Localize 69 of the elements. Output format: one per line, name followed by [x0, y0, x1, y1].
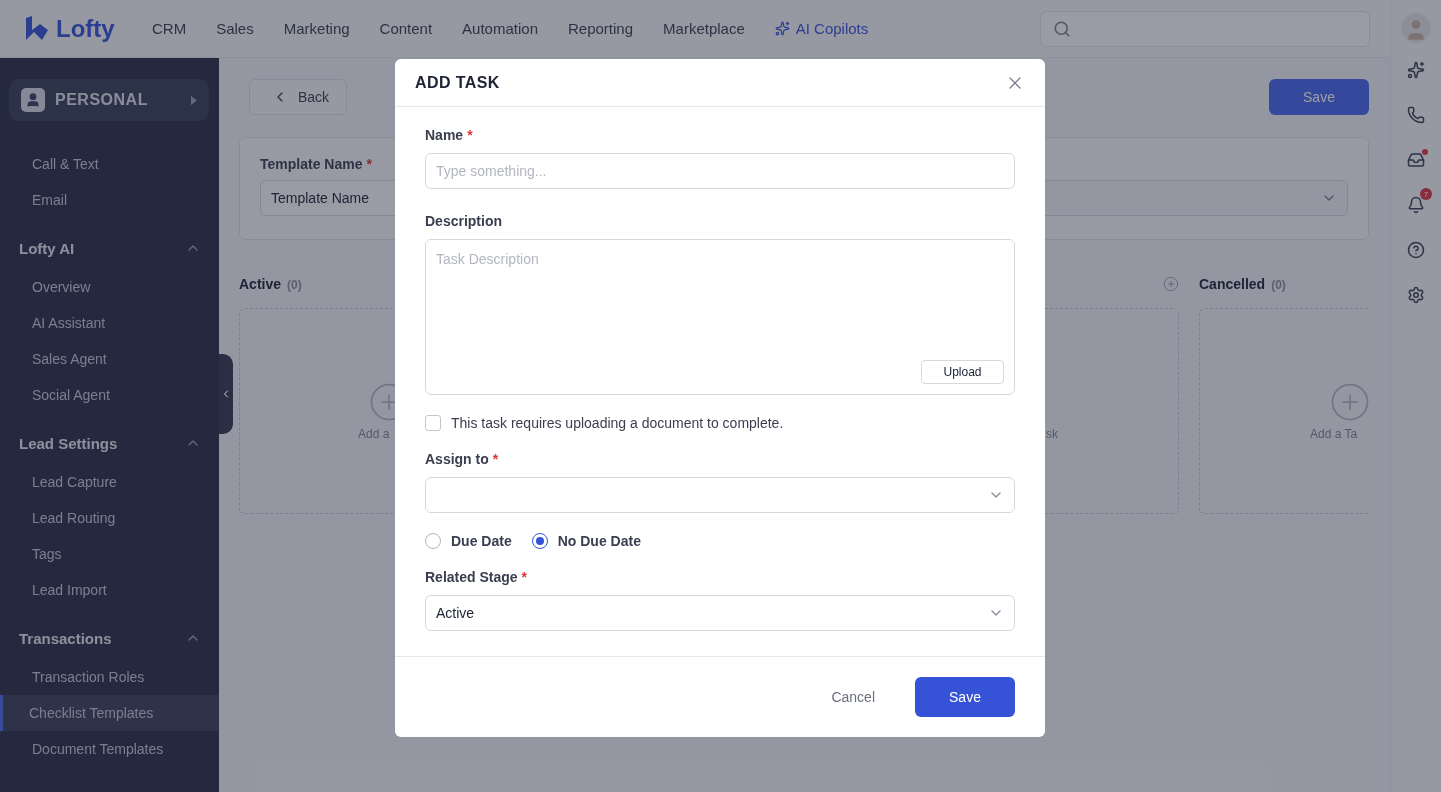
nav-link[interactable]: Marketing	[283, 20, 350, 37]
field-label: Assign to *	[425, 451, 500, 468]
sidebar-item[interactable]: Call & Text	[0, 146, 219, 182]
upload-button[interactable]: Upload	[921, 360, 1004, 384]
cancel-button[interactable]: Cancel	[821, 689, 885, 705]
column-title: Active (0)	[239, 276, 302, 293]
group-title: Transactions	[19, 629, 112, 647]
notification-badge: 7	[1420, 188, 1432, 200]
bell-icon[interactable]	[1407, 196, 1425, 214]
name-field[interactable]: Type something...	[425, 153, 1015, 189]
sidebar-group-header[interactable]: Transactions	[0, 620, 219, 656]
back-button[interactable]: Back	[249, 79, 347, 115]
caret-icon	[191, 95, 197, 105]
dialog-title: ADD TASK	[415, 73, 500, 92]
search-field[interactable]	[1040, 10, 1370, 47]
sidebar-item[interactable]: Lead Import	[0, 572, 219, 608]
logo-text: Lofty	[56, 14, 115, 43]
placeholder-text: Task Description	[436, 251, 539, 267]
nav-link[interactable]: CRM	[152, 20, 187, 37]
phone-icon[interactable]	[1407, 106, 1425, 124]
nav-link[interactable]: AI Copilots	[774, 20, 869, 37]
required-mark: *	[467, 127, 473, 143]
sidebar-item[interactable]: Email	[0, 182, 219, 218]
required-mark: *	[492, 451, 499, 467]
field-label: Description	[425, 213, 503, 230]
nav-link[interactable]: Automation	[462, 20, 538, 37]
sidebar-item[interactable]: Overview	[0, 269, 219, 305]
checkbox[interactable]	[425, 415, 441, 431]
related-stage-select[interactable]: Active	[425, 595, 1015, 631]
nav-link[interactable]: Sales	[216, 20, 254, 37]
add-task-label: sk	[1046, 427, 1058, 441]
sidebar-item[interactable]: AI Assistant	[0, 305, 219, 341]
sidebar-item[interactable]: Social Agent	[0, 377, 219, 413]
logo-icon	[24, 15, 50, 42]
radio-label: No Due Date	[557, 533, 641, 549]
nav-link[interactable]: Marketplace	[663, 20, 745, 37]
account-switcher[interactable]: PERSONAL	[9, 79, 209, 121]
sidebar-group-header[interactable]: Lofty AI	[0, 230, 219, 266]
settings-icon[interactable]	[1407, 286, 1425, 304]
sidebar-item[interactable]: Transaction Roles	[0, 659, 219, 695]
sidebar-item[interactable]: Tags	[0, 536, 219, 572]
sparkle-icon	[774, 21, 790, 36]
sidebar-item[interactable]: Sales Agent	[0, 341, 219, 377]
required-mark: *	[521, 569, 528, 585]
add-task-label: Add a Ta	[1310, 427, 1358, 441]
save-button[interactable]: Save	[915, 677, 1015, 717]
sidebar-item[interactable]: Checklist Templates	[0, 695, 219, 731]
sidebar-item[interactable]: Lead Capture	[0, 464, 219, 500]
sidebar-item[interactable]: Lead Routing	[0, 500, 219, 536]
sidebar-group-header[interactable]: Lead Settings	[0, 425, 219, 461]
save-button[interactable]: Save	[1269, 79, 1369, 115]
search-icon	[1053, 19, 1071, 38]
description-field[interactable]: Task Description Upload	[425, 239, 1015, 395]
user-icon	[21, 88, 45, 112]
nav-link[interactable]: Reporting	[568, 20, 634, 37]
field-label: Related Stage *	[425, 569, 529, 586]
nav-link[interactable]: Content	[379, 20, 433, 37]
help-icon[interactable]	[1407, 241, 1425, 259]
sidebar-item[interactable]: Document Templates	[0, 731, 219, 767]
required-mark: *	[366, 156, 372, 172]
column-title: Cancelled (0)	[1199, 276, 1286, 293]
field-label: Name *	[425, 127, 474, 144]
sparkle-icon[interactable]	[1407, 61, 1425, 79]
add-task-label: Add a	[358, 427, 390, 441]
collapse-handle[interactable]	[219, 354, 233, 434]
radio-label: Due Date	[451, 533, 512, 549]
group-title: Lofty AI	[19, 239, 75, 257]
inbox-icon[interactable]	[1407, 151, 1425, 169]
group-title: Lead Settings	[19, 434, 118, 452]
